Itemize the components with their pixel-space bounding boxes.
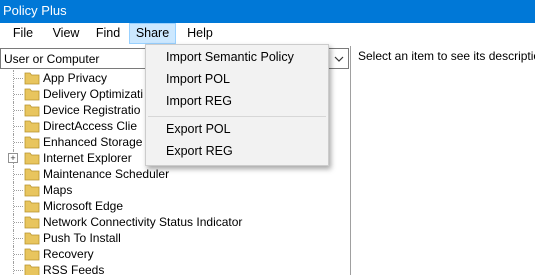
window-title: Policy Plus xyxy=(3,3,67,18)
menu-item-export-reg[interactable]: Export REG xyxy=(166,144,233,158)
menu-help[interactable]: Help xyxy=(180,23,220,44)
tree-item-maintenance-scheduler[interactable]: Maintenance Scheduler xyxy=(0,166,349,182)
folder-icon xyxy=(24,104,40,117)
expand-plus-icon[interactable]: + xyxy=(8,153,18,163)
menu-item-import-semantic-policy[interactable]: Import Semantic Policy xyxy=(166,50,294,64)
tree-item-label: Microsoft Edge xyxy=(43,199,124,213)
tree-item-label: Maintenance Scheduler xyxy=(43,167,170,181)
tree-item-label: RSS Feeds xyxy=(43,263,105,275)
tree-item-recovery[interactable]: Recovery xyxy=(0,246,349,262)
tree-item-label: Delivery Optimizati xyxy=(43,87,144,101)
menu-item-import-reg[interactable]: Import REG xyxy=(166,94,232,108)
menu-separator xyxy=(148,116,326,117)
folder-icon xyxy=(24,264,40,275)
folder-icon xyxy=(24,248,40,261)
folder-icon xyxy=(24,152,40,165)
share-menu-dropdown: Import Semantic Policy Import POL Import… xyxy=(145,44,329,166)
menu-share[interactable]: Share xyxy=(129,23,176,44)
tree-item-label: Internet Explorer xyxy=(43,151,132,165)
folder-icon xyxy=(24,168,40,181)
menu-item-export-pol[interactable]: Export POL xyxy=(166,122,231,136)
folder-icon xyxy=(24,232,40,245)
menu-view[interactable]: View xyxy=(48,23,84,44)
tree-item-microsoft-edge[interactable]: Microsoft Edge xyxy=(0,198,349,214)
tree-item-label: Recovery xyxy=(43,247,94,261)
description-pane: Select an item to see its description. xyxy=(352,46,535,275)
folder-icon xyxy=(24,216,40,229)
folder-icon xyxy=(24,200,40,213)
menu-file[interactable]: File xyxy=(8,23,38,44)
chevron-down-icon[interactable] xyxy=(330,49,348,68)
folder-icon xyxy=(24,120,40,133)
scope-dropdown-value: User or Computer xyxy=(4,52,100,66)
tree-item-label: Maps xyxy=(43,183,73,197)
tree-item-label: Device Registratio xyxy=(43,103,141,117)
folder-icon xyxy=(24,184,40,197)
title-bar: Policy Plus xyxy=(0,0,535,23)
folder-icon xyxy=(24,88,40,101)
tree-item-label: Push To Install xyxy=(43,231,121,245)
tree-item-label: Enhanced Storage xyxy=(43,135,143,149)
folder-icon xyxy=(24,136,40,149)
description-text: Select an item to see its description. xyxy=(358,49,535,63)
folder-icon xyxy=(24,72,40,85)
menu-bar: File View Find Share Help xyxy=(0,23,535,44)
menu-find[interactable]: Find xyxy=(90,23,126,44)
tree-item-maps[interactable]: Maps xyxy=(0,182,349,198)
tree-item-network-connectivity[interactable]: Network Connectivity Status Indicator xyxy=(0,214,349,230)
tree-item-label: Network Connectivity Status Indicator xyxy=(43,215,243,229)
tree-item-label: DirectAccess Clie xyxy=(43,119,138,133)
tree-item-rss-feeds[interactable]: RSS Feeds xyxy=(0,262,349,275)
tree-item-label: App Privacy xyxy=(43,71,108,85)
tree-item-push-to-install[interactable]: Push To Install xyxy=(0,230,349,246)
menu-item-import-pol[interactable]: Import POL xyxy=(166,72,230,86)
